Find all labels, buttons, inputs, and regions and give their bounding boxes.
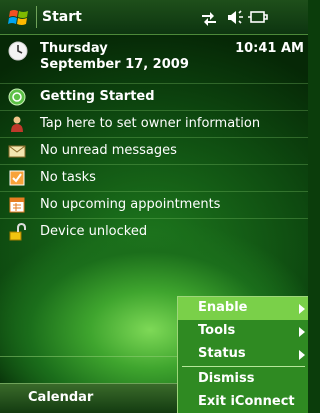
menu-item-dismiss[interactable]: Dismiss	[178, 368, 308, 391]
submenu-arrow-icon	[299, 304, 305, 314]
day-label: Thursday	[40, 41, 108, 56]
title-bar: Start	[0, 0, 308, 35]
messages-item[interactable]: No unread messages	[0, 138, 308, 165]
today-screen: Start Thursday September 17, 2009 10:41 …	[0, 0, 308, 413]
getting-started-label: Getting Started	[40, 89, 155, 104]
menu-item-exit-iconnect[interactable]: Exit iConnect	[178, 391, 308, 413]
menu-item-label: Dismiss	[198, 371, 255, 386]
tasks-label: No tasks	[40, 170, 96, 185]
getting-started-icon	[8, 88, 26, 106]
tasks-item[interactable]: No tasks	[0, 165, 308, 192]
owner-icon	[11, 116, 23, 132]
menu-item-label: Status	[198, 346, 246, 361]
tasks-icon	[9, 170, 25, 186]
windows-flag-icon[interactable]	[8, 7, 30, 27]
menu-item-status[interactable]: Status	[178, 343, 308, 366]
menu-item-enable[interactable]: Enable	[178, 297, 308, 320]
title-separator	[36, 6, 37, 28]
appointments-item[interactable]: No upcoming appointments	[0, 192, 308, 219]
owner-info-label: Tap here to set owner information	[40, 116, 261, 131]
date-time-row[interactable]: Thursday September 17, 2009 10:41 AM	[0, 35, 308, 84]
device-lock-label: Device unlocked	[40, 224, 148, 239]
owner-info-item[interactable]: Tap here to set owner information	[0, 111, 308, 138]
menu-item-label: Enable	[198, 300, 248, 315]
calendar-icon	[9, 197, 25, 213]
appointments-label: No upcoming appointments	[40, 197, 221, 212]
left-softkey[interactable]: Calendar	[28, 390, 93, 405]
menu-item-label: Tools	[198, 323, 236, 338]
connectivity-icon	[202, 12, 216, 26]
volume-icon	[228, 10, 243, 24]
menu-item-tools[interactable]: Tools	[178, 320, 308, 343]
page-title[interactable]: Start	[42, 9, 82, 25]
status-icons[interactable]	[200, 7, 300, 27]
unlock-icon	[9, 223, 26, 241]
battery-icon	[248, 11, 268, 23]
submenu-arrow-icon	[299, 327, 305, 337]
messages-icon	[8, 145, 26, 158]
date-label: September 17, 2009	[40, 57, 189, 72]
getting-started-item[interactable]: Getting Started	[0, 84, 308, 111]
menu-separator	[182, 366, 305, 367]
menu-item-label: Exit iConnect	[198, 394, 295, 409]
messages-label: No unread messages	[40, 143, 177, 158]
device-lock-item[interactable]: Device unlocked	[0, 219, 308, 245]
time-label: 10:41 AM	[235, 41, 304, 56]
clock-icon	[8, 41, 28, 61]
submenu-arrow-icon	[299, 350, 305, 360]
context-menu: Enable Tools Status Dismiss Exit iConnec…	[177, 296, 308, 413]
